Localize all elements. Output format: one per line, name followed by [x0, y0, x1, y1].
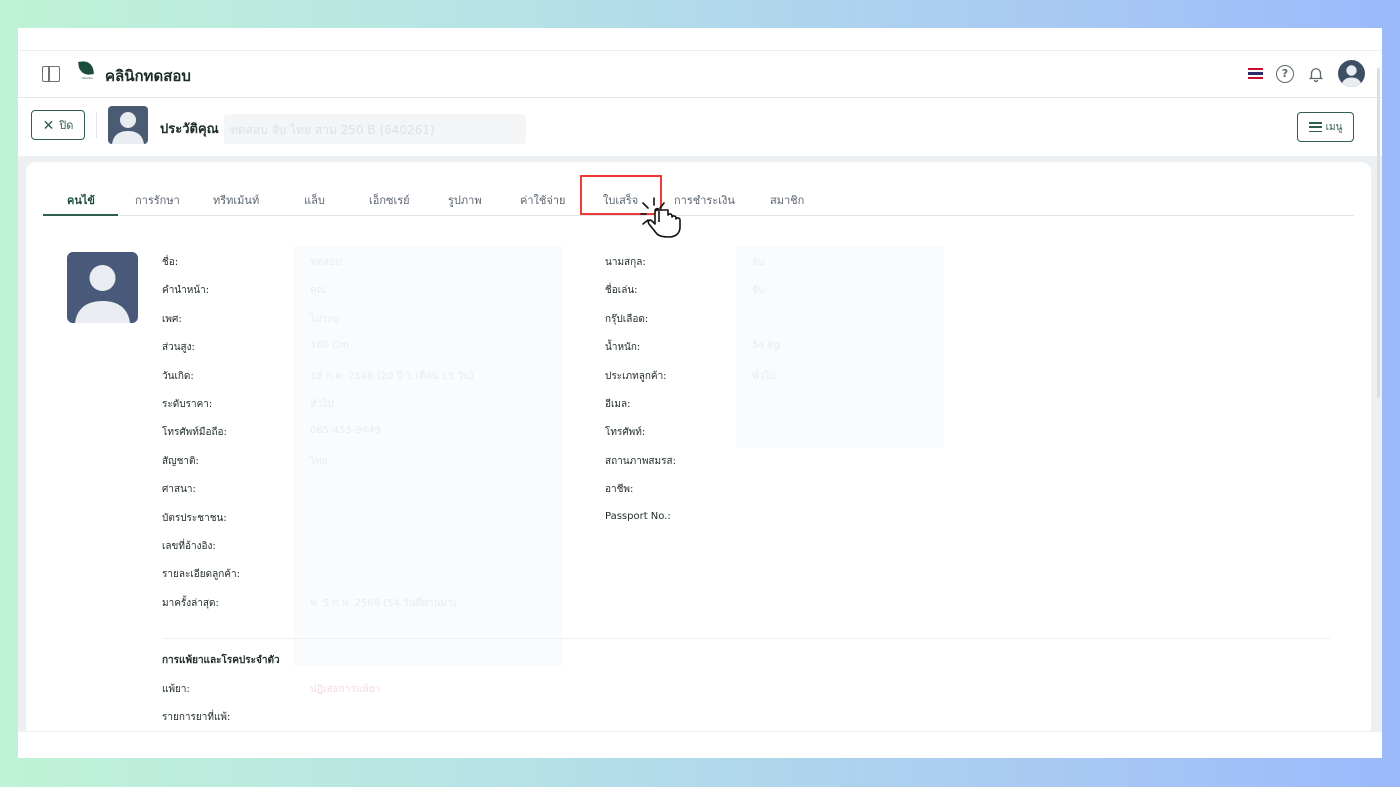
divider: [96, 112, 97, 138]
field-label: สัญชาติ:: [162, 456, 199, 467]
field-value: 160 Cm: [310, 340, 349, 351]
field-label: สถานภาพสมรส:: [605, 456, 676, 467]
field-label: ชื่อเล่น:: [605, 285, 638, 296]
page-title: ประวัติคุณ: [160, 122, 219, 137]
field-label: รายละเอียดลูกค้า:: [162, 569, 240, 580]
field-label: วันเกิด:: [162, 371, 194, 382]
bottom-strip: [18, 731, 1382, 758]
field-label: อาชีพ:: [605, 484, 634, 495]
record-header: ✕ ปิด ทดสอบ จับ ไทย สาม 250 B (640261) ป…: [18, 98, 1382, 156]
tab-expenses[interactable]: ค่าใช้จ่าย: [520, 191, 565, 216]
tab-xray[interactable]: เอ็กซเรย์: [369, 191, 410, 216]
topbar-actions: ?: [1248, 60, 1365, 87]
field-label: นามสกุล:: [605, 257, 646, 268]
field-value: ไทย: [310, 456, 328, 467]
brand-logo: clinicbu: [78, 60, 96, 83]
close-icon: ✕: [42, 117, 55, 133]
field-value: ทั่วไป: [752, 371, 776, 382]
field-value: 065-453-9449: [310, 425, 381, 436]
field-label: เพศ:: [162, 314, 182, 325]
field-label: ส่วนสูง:: [162, 342, 195, 353]
tab-patient[interactable]: คนไข้: [67, 191, 95, 216]
patient-photo: [67, 252, 138, 323]
top-bar: clinicbu คลินิกทดสอบ ?: [18, 50, 1382, 98]
field-label: Passport No.:: [605, 511, 671, 522]
active-tab-underline: [43, 214, 118, 216]
field-label: ศาสนา:: [162, 484, 196, 495]
field-value: ทดสอบ: [310, 257, 342, 268]
field-label: เลขที่อ้างอิง:: [162, 541, 216, 552]
sidebar-toggle-icon[interactable]: [42, 66, 60, 82]
field-value: 54 kg: [752, 340, 781, 351]
field-label: รายการยาที่แพ้:: [162, 712, 231, 723]
tab-treatments[interactable]: ทรีทเม้นท์: [213, 191, 259, 216]
field-label: ระดับราคา:: [162, 399, 213, 410]
brand-logo-caption: clinicbu: [81, 76, 93, 80]
field-value: คุณ: [310, 285, 326, 296]
field-value: ปฏิเสธการแพ้ยา: [310, 684, 381, 695]
menu-button[interactable]: เมนู: [1297, 112, 1354, 142]
allergy-section-title: การแพ้ยาและโรคประจำตัว: [162, 655, 280, 666]
close-button[interactable]: ✕ ปิด: [31, 110, 85, 140]
field-label: ชื่อ:: [162, 257, 179, 268]
help-icon[interactable]: ?: [1276, 64, 1294, 83]
field-label: กรุ๊ปเลือด:: [605, 314, 649, 325]
hamburger-icon: [1308, 122, 1322, 132]
field-label: อีเมล:: [605, 399, 631, 410]
menu-label: เมนู: [1325, 121, 1343, 133]
field-value: ทั่วไป: [310, 399, 334, 410]
field-label: โทรศัพท์:: [605, 427, 646, 438]
close-label: ปิด: [59, 120, 74, 132]
tab-lab[interactable]: แล็บ: [304, 191, 325, 216]
tab-members[interactable]: สมาชิก: [770, 191, 804, 216]
thailand-flag-icon[interactable]: [1248, 68, 1263, 79]
field-label: โทรศัพท์มือถือ:: [162, 427, 227, 438]
field-label: บัตรประชาชน:: [162, 513, 227, 524]
field-value: พ. 5 ก.พ. 2568 (54 วันที่ผ่านมา): [310, 598, 457, 609]
brand-name: คลินิกทดสอบ: [105, 67, 191, 85]
field-value: ไม่ระบุ: [310, 314, 339, 325]
leaf-icon: [78, 60, 94, 76]
field-label: ประเภทลูกค้า:: [605, 371, 667, 382]
user-avatar-icon[interactable]: [1338, 60, 1365, 87]
scrollbar[interactable]: [1377, 68, 1380, 398]
click-hand-cursor-icon: [640, 197, 681, 238]
field-value: 18 ก.พ. 2548 (20 ปี 1 เดือน 15 วัน): [310, 371, 474, 382]
patient-avatar: [108, 106, 148, 144]
field-value: จับ: [752, 257, 765, 268]
tab-treatment[interactable]: การรักษา: [135, 191, 180, 216]
field-label: มาครั้งล่าสุด:: [162, 598, 219, 609]
field-value: จับ: [752, 285, 765, 296]
bell-icon[interactable]: [1307, 65, 1325, 83]
field-label: น้ำหนัก:: [605, 342, 641, 353]
patient-name-blurred: ทดสอบ จับ ไทย สาม 250 B (640261): [224, 114, 526, 144]
field-label: คำนำหน้า:: [162, 285, 210, 296]
content-card: [26, 162, 1371, 758]
tab-images[interactable]: รูปภาพ: [448, 191, 482, 216]
field-label: แพ้ยา:: [162, 684, 190, 695]
tab-bar: คนไข้ การรักษา ทรีทเม้นท์ แล็บ เอ็กซเรย์…: [43, 188, 1354, 216]
app-window: clinicbu คลินิกทดสอบ ? ✕ ปิด ทดสอบ จับ ไ…: [18, 28, 1382, 758]
section-divider: [162, 638, 1330, 639]
